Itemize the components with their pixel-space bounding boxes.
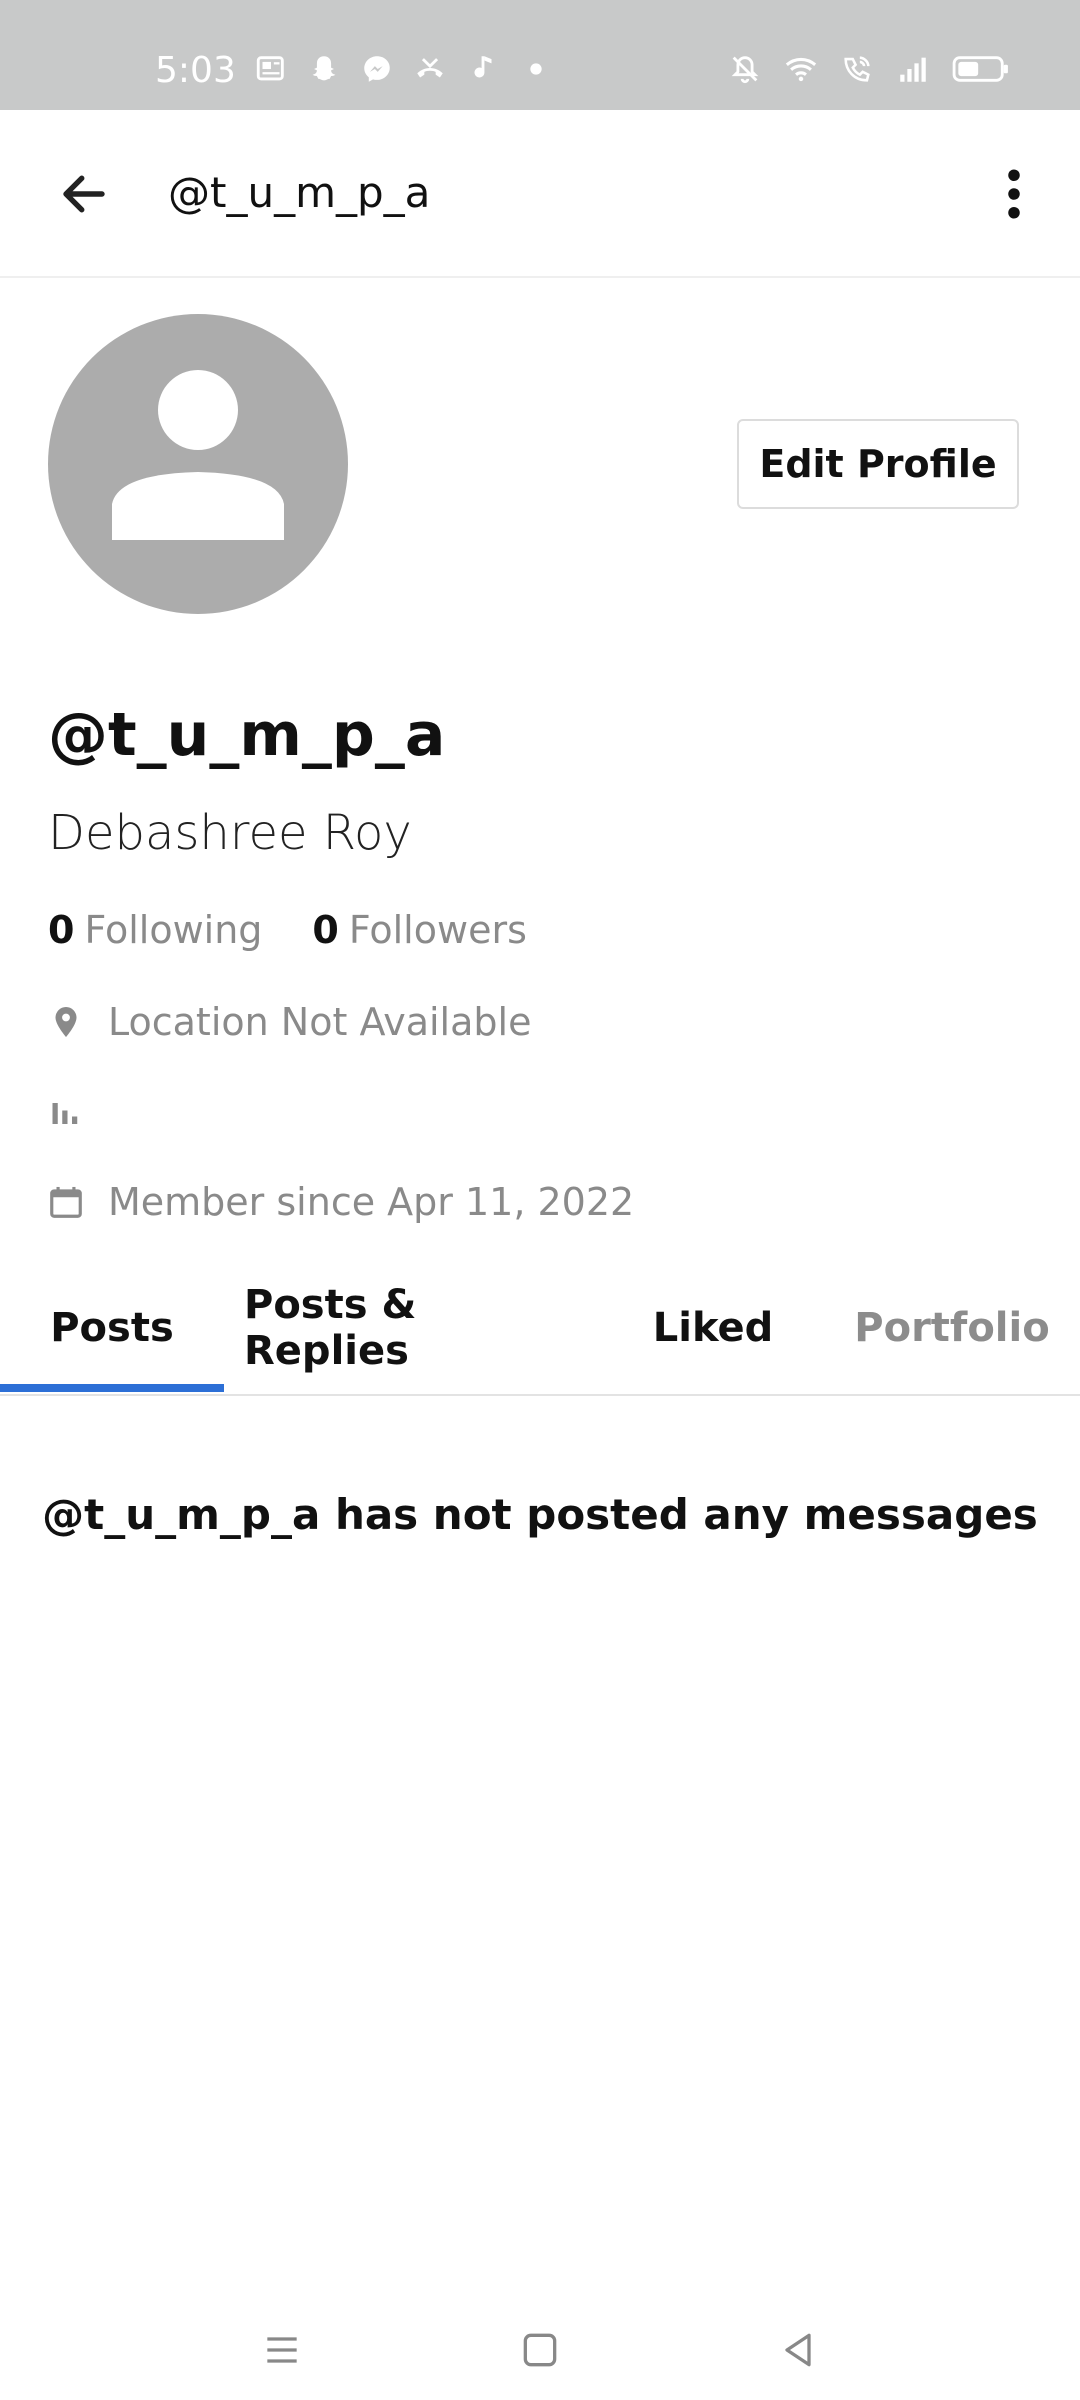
app-bar: @t_u_m_p_a [0, 110, 1080, 278]
location-text: Location Not Available [108, 1000, 532, 1044]
more-options-button[interactable] [978, 158, 1050, 230]
back-nav-button[interactable] [768, 2320, 828, 2380]
followers-count: 0 [312, 908, 339, 952]
active-tab-indicator [0, 1384, 224, 1392]
back-button[interactable] [48, 158, 120, 230]
empty-state-message: @t_u_m_p_a has not posted any messages [42, 1490, 1038, 1539]
profile-tabs: Posts Posts & Replies Liked Portfolio [0, 1260, 1080, 1396]
arrow-left-icon [63, 175, 105, 213]
square-icon [523, 2333, 557, 2367]
snapchat-icon [307, 52, 341, 86]
music-note-icon [466, 52, 500, 86]
tab-portfolio[interactable]: Portfolio [848, 1260, 1056, 1396]
default-user-icon [112, 370, 284, 540]
messenger-icon [360, 52, 394, 86]
stats-row [46, 1090, 108, 1134]
profile-full-name: Debashree Roy [48, 805, 412, 861]
tab-liked[interactable]: Liked [630, 1260, 796, 1396]
followers-link[interactable]: 0 Followers [312, 908, 526, 952]
bar-chart-icon [46, 1090, 86, 1134]
profile-handle: @t_u_m_p_a [48, 700, 446, 770]
status-time: 5:03 [155, 50, 236, 91]
tab-posts-and-replies[interactable]: Posts & Replies [244, 1260, 580, 1396]
home-button[interactable] [510, 2320, 570, 2380]
following-count: 0 [48, 908, 75, 952]
location-row: Location Not Available [46, 1000, 531, 1044]
missed-call-icon [413, 52, 447, 86]
menu-lines-icon [267, 2337, 297, 2363]
member-since-row: Member since Apr 11, 2022 [46, 1180, 634, 1224]
signal-icon [896, 52, 930, 86]
following-link[interactable]: 0 Following [48, 908, 262, 952]
battery-icon [952, 52, 1010, 86]
notification-icons [254, 52, 553, 86]
wifi-icon [784, 52, 818, 86]
system-nav-bar [0, 2300, 1080, 2400]
dot-icon [519, 52, 553, 86]
follow-stats: 0 Following 0 Followers [48, 908, 527, 952]
status-bar: 5:03 [0, 0, 1080, 110]
edit-profile-button[interactable]: Edit Profile [737, 419, 1019, 509]
app-bar-title: @t_u_m_p_a [168, 168, 431, 217]
mute-bell-icon [728, 52, 762, 86]
news-icon [254, 52, 288, 86]
followers-label: Followers [348, 908, 527, 952]
triangle-back-icon [785, 2333, 811, 2367]
tab-posts[interactable]: Posts [0, 1260, 224, 1396]
following-label: Following [84, 908, 263, 952]
recents-button[interactable] [252, 2320, 312, 2380]
more-vertical-icon [1008, 169, 1020, 219]
calendar-icon [46, 1180, 86, 1224]
avatar[interactable] [48, 314, 348, 614]
wifi-calling-icon [840, 52, 874, 86]
member-since-text: Member since Apr 11, 2022 [108, 1180, 635, 1224]
system-icons [728, 52, 1010, 86]
location-pin-icon [46, 1000, 86, 1044]
